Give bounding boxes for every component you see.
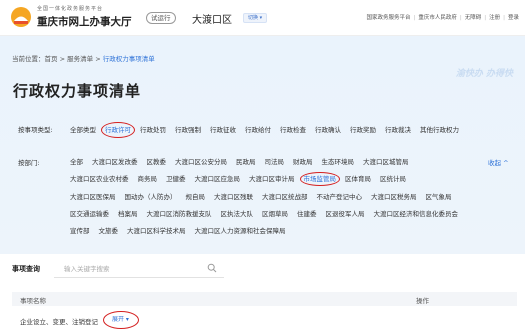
dept-option[interactable]: 大渡口区医保局 [70,193,116,201]
breadcrumb-home[interactable]: 首页 [45,55,58,63]
dept-option[interactable]: 宣传部 [70,227,90,235]
type-option-license[interactable]: 行政许可 [105,126,131,134]
dept-option[interactable]: 区交通运输委 [70,210,109,218]
dept-option[interactable]: 大渡口区农业农村委 [70,175,129,183]
dept-option[interactable]: 生态环境局 [322,158,355,166]
type-filter-label: 按事项类型: [18,126,53,134]
dept-option[interactable]: 大渡口区公安分局 [175,158,227,166]
table-row-name[interactable]: 企业设立、变更、注销登记 [20,316,98,326]
dept-option[interactable]: 大渡口区城管局 [363,158,409,166]
type-option-other[interactable]: 其他行政权力 [420,126,459,134]
dept-option[interactable]: 大渡口区消防救援支队 [147,210,212,218]
site-subtitle: 全国一体化政务服务平台 [37,6,104,12]
dept-option[interactable]: 住建委 [297,210,317,218]
table-header: 事项名称 操作 [12,292,517,306]
site-logo-icon[interactable] [10,6,32,28]
link-national-platform[interactable]: 国家政务服务平台 [366,15,410,21]
collapse-toggle[interactable]: 收起 ^ [488,157,509,167]
region-status-badge: 试运行 [146,12,176,24]
expand-button[interactable]: 展开 ▾ [103,311,139,329]
link-register[interactable]: 注册 [489,15,500,21]
dept-option[interactable]: 区体育局 [345,175,371,183]
dept-option[interactable]: 大渡口区税务局 [371,193,417,201]
search-input[interactable] [64,262,204,275]
dept-option[interactable]: 区教委 [147,158,167,166]
dept-filter-label: 按部门: [18,159,40,167]
type-option-confirmation[interactable]: 行政确认 [315,126,341,134]
type-option-levy[interactable]: 行政征收 [210,126,236,134]
dept-option[interactable]: 不动产登记中心 [317,193,363,201]
slogan-watermark: 渝快办 办得快 [455,69,513,79]
dept-option[interactable]: 大渡口区经济和信息化委员会 [374,210,459,218]
column-header-name: 事项名称 [20,297,46,305]
dept-option[interactable]: 大渡口区应急局 [195,175,241,183]
column-header-operation: 操作 [416,297,429,305]
type-option-all[interactable]: 全部类型 [70,126,96,134]
dept-option[interactable]: 国动办（人防办） [125,193,177,201]
region-name: 大渡口区 [192,15,232,26]
dept-filter-list: 全部 大渡口区发改委 区教委 大渡口区公安分局 民政局 司法局 财政局 生态环境局 大渡口区城管… [70,154,480,240]
breadcrumb-separator: > [59,55,66,63]
dept-option-market-supervision[interactable]: 市场监管局 [304,175,337,183]
dept-option[interactable]: 司法局 [265,158,285,166]
dept-option[interactable]: 档案局 [118,210,138,218]
dept-option[interactable]: 大渡口区审计局 [249,175,295,183]
dept-option[interactable]: 区退役军人局 [326,210,365,218]
link-login[interactable]: 登录 [508,15,519,21]
type-option-reward[interactable]: 行政奖励 [350,126,376,134]
dept-option[interactable]: 区统计局 [380,175,406,183]
type-option-ruling[interactable]: 行政裁决 [385,126,411,134]
site-header: 全国一体化政务服务平台 重庆市网上办事大厅 试运行 大渡口区 切换 ▾ 国家政务… [0,0,525,36]
search-label: 事项查询 [12,265,40,273]
search-box [54,259,224,278]
dept-option[interactable]: 大渡口区人力资源和社会保障局 [195,227,286,235]
link-city-government[interactable]: 重庆市人民政府 [418,15,457,21]
breadcrumb-service-list[interactable]: 服务清单 [67,55,93,63]
type-option-enforcement[interactable]: 行政强制 [175,126,201,134]
type-filter-list: 全部类型 行政许可 行政处罚 行政强制 行政征收 行政给付 行政检查 行政确认 行政奖励 行政裁决… [70,124,468,134]
breadcrumb-current: 行政权力事项清单 [102,55,155,63]
dept-option[interactable]: 大渡口区科学技术局 [127,227,186,235]
type-option-inspection[interactable]: 行政检查 [280,126,306,134]
dept-option[interactable]: 大渡口区残联 [214,193,253,201]
dept-option[interactable]: 规自局 [186,193,206,201]
dept-option[interactable]: 文旅委 [99,227,119,235]
search-icon[interactable] [207,263,217,273]
link-accessibility[interactable]: 无障碍 [465,15,482,21]
dept-option[interactable]: 区气象局 [426,193,452,201]
type-option-payment[interactable]: 行政给付 [245,126,271,134]
dept-option[interactable]: 商务局 [138,175,158,183]
dept-option[interactable]: 卫健委 [166,175,186,183]
dept-option[interactable]: 大渡口区统战部 [262,193,308,201]
dept-option[interactable]: 区烟草局 [262,210,288,218]
breadcrumb-prefix: 当前位置： [12,55,45,63]
dept-option[interactable]: 财政局 [293,158,313,166]
type-option-penalty[interactable]: 行政处罚 [140,126,166,134]
page-title: 行政权力事项清单 [13,82,142,100]
breadcrumb: 当前位置：首页 > 服务清单 > 行政权力事项清单 [12,53,155,63]
dept-option[interactable]: 民政局 [236,158,256,166]
breadcrumb-separator: > [95,55,101,63]
dept-option[interactable]: 区执法大队 [221,210,254,218]
top-links: 国家政务服务平台 | 重庆市人民政府 | 无障碍 | 注册 | 登录 [366,15,519,21]
switch-region-button[interactable]: 切换 ▾ [243,13,268,23]
site-title[interactable]: 重庆市网上办事大厅 [37,14,132,29]
dept-option[interactable]: 大渡口区发改委 [92,158,138,166]
dept-option[interactable]: 全部 [70,158,83,166]
